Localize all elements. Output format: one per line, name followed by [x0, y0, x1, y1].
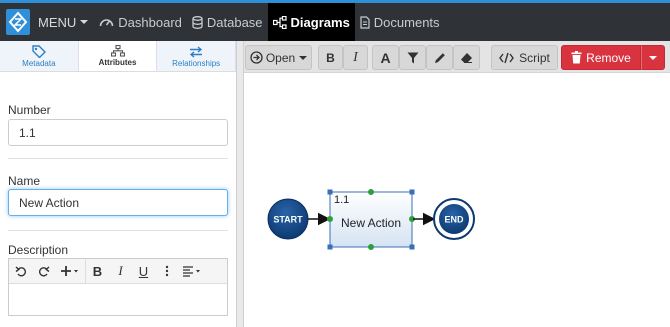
start-node[interactable]: START	[267, 198, 309, 240]
font-button[interactable]: A	[372, 45, 399, 70]
bold-button[interactable]: B	[318, 45, 343, 70]
nav-item-label: Dashboard	[118, 14, 182, 30]
plus-icon	[61, 266, 78, 276]
remove-label: Remove	[586, 50, 631, 65]
number-label: Number	[8, 103, 51, 117]
open-label: Open	[265, 50, 296, 65]
script-label: Script	[519, 50, 550, 65]
italic-button[interactable]: I	[343, 45, 368, 70]
start-label: START	[273, 215, 303, 225]
chevron-down-icon	[649, 55, 657, 60]
eraser-icon	[461, 52, 472, 63]
top-navbar: MENU Dashboard Database Diagrams Documen…	[0, 0, 670, 41]
circle-arrow-right-icon	[250, 51, 263, 64]
open-button[interactable]: Open	[245, 45, 312, 70]
action-number: 1.1	[334, 194, 349, 206]
filter-button[interactable]	[399, 45, 426, 70]
tab-attributes[interactable]: Attributes	[78, 41, 158, 71]
sitemap-icon	[110, 45, 125, 57]
eraser-button[interactable]	[453, 45, 480, 70]
align-left-icon	[183, 266, 200, 277]
more-button[interactable]	[155, 259, 178, 284]
panel-tabs: Metadata Attributes Relationships	[0, 41, 237, 72]
name-label: Name	[8, 174, 41, 188]
panel-splitter[interactable]	[236, 41, 244, 327]
filter-icon	[407, 52, 418, 63]
undo-button[interactable]	[9, 259, 32, 284]
tab-label: Attributes	[98, 58, 137, 67]
nav-item-database[interactable]: Database	[187, 3, 268, 41]
pencil-button[interactable]	[426, 45, 453, 70]
code-icon	[499, 52, 515, 63]
redo-button[interactable]	[32, 259, 55, 284]
number-field[interactable]: 1.1	[8, 119, 228, 146]
menu-label: MENU	[38, 14, 77, 30]
divider	[8, 158, 228, 159]
diagram-toolbar: Open B I A Script Remove	[244, 41, 670, 73]
database-icon	[192, 15, 203, 29]
action-node[interactable]: 1.1 New Action	[329, 191, 413, 248]
tab-label: Metadata	[22, 58, 56, 68]
logo-icon	[6, 9, 30, 35]
diagram-canvas[interactable]: START 1.1 New Action END	[244, 73, 670, 327]
action-label: New Action	[341, 216, 401, 230]
description-editor: B I U	[8, 258, 228, 316]
tab-relationships[interactable]: Relationships	[157, 41, 237, 71]
tag-icon	[32, 45, 46, 58]
name-field[interactable]: New Action	[8, 189, 228, 216]
tab-label: Relationships	[172, 58, 221, 68]
remove-dropdown-toggle[interactable]	[641, 45, 665, 70]
chevron-down-icon	[80, 20, 89, 24]
tab-metadata[interactable]: Metadata	[0, 41, 79, 71]
resize-handle[interactable]	[327, 244, 333, 250]
connection-port[interactable]	[327, 216, 333, 222]
menu-dropdown[interactable]: MENU	[34, 15, 94, 30]
underline-button[interactable]: U	[132, 259, 155, 284]
insert-dropdown[interactable]	[55, 259, 85, 284]
resize-handle[interactable]	[409, 189, 415, 195]
dashboard-icon	[99, 19, 114, 27]
resize-handle[interactable]	[409, 244, 415, 250]
connection-port[interactable]	[368, 189, 374, 195]
nav-item-label: Diagrams	[290, 14, 350, 30]
diagram-icon	[272, 15, 287, 29]
nav-item-label: Documents	[373, 14, 440, 30]
more-vertical-icon	[165, 265, 168, 277]
nav-item-diagrams[interactable]: Diagrams	[267, 3, 355, 41]
diagram-svg: START 1.1 New Action END	[267, 189, 475, 250]
resize-handle[interactable]	[327, 189, 333, 195]
document-icon	[360, 15, 370, 29]
description-label: Description	[8, 243, 69, 257]
exchange-icon	[190, 45, 203, 58]
editor-toolbar: B I U	[9, 258, 227, 284]
script-button[interactable]: Script	[491, 45, 558, 70]
nav-item-documents[interactable]: Documents	[355, 3, 445, 41]
remove-button[interactable]: Remove	[561, 45, 641, 70]
bold-button[interactable]: B	[86, 259, 109, 284]
end-node[interactable]: END	[433, 198, 475, 240]
redo-icon	[38, 266, 49, 277]
italic-button[interactable]: I	[109, 259, 132, 284]
trash-icon	[571, 51, 582, 64]
pencil-icon	[434, 52, 445, 63]
undo-icon	[15, 266, 26, 277]
connection-port[interactable]	[368, 244, 374, 250]
align-dropdown[interactable]	[178, 259, 206, 284]
chevron-down-icon	[299, 55, 308, 60]
divider	[8, 230, 228, 231]
nav-item-dashboard[interactable]: Dashboard	[94, 3, 187, 41]
app-logo[interactable]	[2, 3, 34, 41]
nav-item-label: Database	[206, 14, 263, 30]
end-label: END	[444, 215, 464, 225]
